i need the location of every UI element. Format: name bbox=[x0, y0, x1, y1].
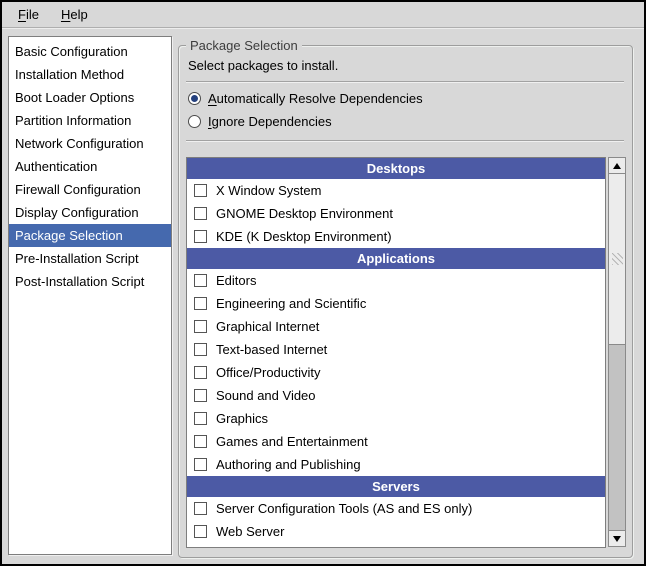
checkbox[interactable] bbox=[194, 389, 207, 402]
radio-mnemonic: A bbox=[208, 91, 217, 106]
checkbox[interactable] bbox=[194, 230, 207, 243]
sidebar-item-pre-installation-script[interactable]: Pre-Installation Script bbox=[9, 247, 171, 270]
radio-button-icon[interactable] bbox=[188, 92, 201, 105]
menu-item-help[interactable]: Help bbox=[53, 5, 96, 24]
package-row-graphical-internet[interactable]: Graphical Internet bbox=[187, 315, 605, 338]
package-row-games-entertainment[interactable]: Games and Entertainment bbox=[187, 430, 605, 453]
radio-auto-resolve-dependencies[interactable]: Automatically Resolve Dependencies bbox=[188, 89, 423, 107]
package-row-server-configuration-tools[interactable]: Server Configuration Tools (AS and ES on… bbox=[187, 497, 605, 520]
radio-button-icon[interactable] bbox=[188, 115, 201, 128]
checkbox[interactable] bbox=[194, 435, 207, 448]
separator bbox=[186, 81, 624, 83]
menu-item-file[interactable]: File bbox=[10, 5, 47, 24]
sidebar-item-boot-loader-options[interactable]: Boot Loader Options bbox=[9, 86, 171, 109]
checkbox[interactable] bbox=[194, 525, 207, 538]
help-label-rest: elp bbox=[70, 7, 87, 22]
radio-label-rest: gnore Dependencies bbox=[212, 114, 332, 129]
sidebar-item-display-configuration[interactable]: Display Configuration bbox=[9, 201, 171, 224]
package-label: Text-based Internet bbox=[216, 342, 327, 357]
checkbox[interactable] bbox=[194, 297, 207, 310]
sidebar-item-package-selection[interactable]: Package Selection bbox=[9, 224, 171, 247]
package-section-header-applications: Applications bbox=[187, 248, 605, 269]
package-label: X Window System bbox=[216, 183, 321, 198]
kickstart-configurator-window: File Help Basic Configuration Installati… bbox=[0, 0, 646, 566]
down-arrow-icon bbox=[613, 536, 621, 542]
scrollbar-up-button[interactable] bbox=[609, 158, 625, 174]
menubar: File Help bbox=[2, 2, 644, 28]
checkbox[interactable] bbox=[194, 412, 207, 425]
scrollbar-down-button[interactable] bbox=[609, 530, 625, 546]
package-row-web-server[interactable]: Web Server bbox=[187, 520, 605, 543]
file-mnemonic: F bbox=[18, 7, 26, 22]
package-label: KDE (K Desktop Environment) bbox=[216, 229, 392, 244]
sidebar-items: Basic Configuration Installation Method … bbox=[9, 37, 171, 293]
package-row-text-based-internet[interactable]: Text-based Internet bbox=[187, 338, 605, 361]
radio-dot bbox=[191, 95, 198, 102]
radio-label: Automatically Resolve Dependencies bbox=[208, 91, 423, 106]
package-label: Sound and Video bbox=[216, 388, 316, 403]
package-row-sound-and-video[interactable]: Sound and Video bbox=[187, 384, 605, 407]
package-label: Graphics bbox=[216, 411, 268, 426]
sidebar-item-partition-information[interactable]: Partition Information bbox=[9, 109, 171, 132]
package-row-engineering-scientific[interactable]: Engineering and Scientific bbox=[187, 292, 605, 315]
package-row-graphics[interactable]: Graphics bbox=[187, 407, 605, 430]
checkbox[interactable] bbox=[194, 502, 207, 515]
sidebar-item-network-configuration[interactable]: Network Configuration bbox=[9, 132, 171, 155]
vertical-scrollbar bbox=[608, 157, 626, 547]
checkbox[interactable] bbox=[194, 207, 207, 220]
checkbox[interactable] bbox=[194, 343, 207, 356]
radio-label: Ignore Dependencies bbox=[208, 114, 332, 129]
package-row-office-productivity[interactable]: Office/Productivity bbox=[187, 361, 605, 384]
package-row-x-window-system[interactable]: X Window System bbox=[187, 179, 605, 202]
checkbox[interactable] bbox=[194, 274, 207, 287]
package-row-authoring-publishing[interactable]: Authoring and Publishing bbox=[187, 453, 605, 476]
package-section-header-desktops: Desktops bbox=[187, 158, 605, 179]
package-label: Games and Entertainment bbox=[216, 434, 368, 449]
package-label: Server Configuration Tools (AS and ES on… bbox=[216, 501, 472, 516]
sidebar-item-installation-method[interactable]: Installation Method bbox=[9, 63, 171, 86]
file-label-rest: ile bbox=[26, 7, 39, 22]
scrollbar-track[interactable] bbox=[609, 345, 625, 530]
sidebar-item-basic-configuration[interactable]: Basic Configuration bbox=[9, 40, 171, 63]
sidebar-item-authentication[interactable]: Authentication bbox=[9, 155, 171, 178]
sidebar-item-post-installation-script[interactable]: Post-Installation Script bbox=[9, 270, 171, 293]
checkbox[interactable] bbox=[194, 320, 207, 333]
radio-label-rest: utomatically Resolve Dependencies bbox=[217, 91, 423, 106]
package-label: Authoring and Publishing bbox=[216, 457, 361, 472]
package-label: Graphical Internet bbox=[216, 319, 319, 334]
package-list: Desktops X Window System GNOME Desktop E… bbox=[186, 157, 606, 548]
checkbox[interactable] bbox=[194, 184, 207, 197]
sidebar-item-firewall-configuration[interactable]: Firewall Configuration bbox=[9, 178, 171, 201]
package-label: Editors bbox=[216, 273, 256, 288]
frame-title: Package Selection bbox=[186, 38, 302, 53]
package-label: Web Server bbox=[216, 524, 284, 539]
scrollbar-thumb[interactable] bbox=[609, 174, 625, 345]
package-label: Office/Productivity bbox=[216, 365, 321, 380]
sidebar-list: Basic Configuration Installation Method … bbox=[8, 36, 172, 555]
separator bbox=[186, 140, 624, 142]
subtitle: Select packages to install. bbox=[188, 58, 338, 73]
package-row-gnome-desktop[interactable]: GNOME Desktop Environment bbox=[187, 202, 605, 225]
help-mnemonic: H bbox=[61, 7, 70, 22]
checkbox[interactable] bbox=[194, 366, 207, 379]
package-row-editors[interactable]: Editors bbox=[187, 269, 605, 292]
package-row-kde-desktop[interactable]: KDE (K Desktop Environment) bbox=[187, 225, 605, 248]
up-arrow-icon bbox=[613, 163, 621, 169]
package-section-header-servers: Servers bbox=[187, 476, 605, 497]
checkbox[interactable] bbox=[194, 458, 207, 471]
scrollbar-grip-icon bbox=[612, 253, 623, 265]
package-label: GNOME Desktop Environment bbox=[216, 206, 393, 221]
radio-ignore-dependencies[interactable]: Ignore Dependencies bbox=[188, 112, 332, 130]
package-label: Engineering and Scientific bbox=[216, 296, 366, 311]
